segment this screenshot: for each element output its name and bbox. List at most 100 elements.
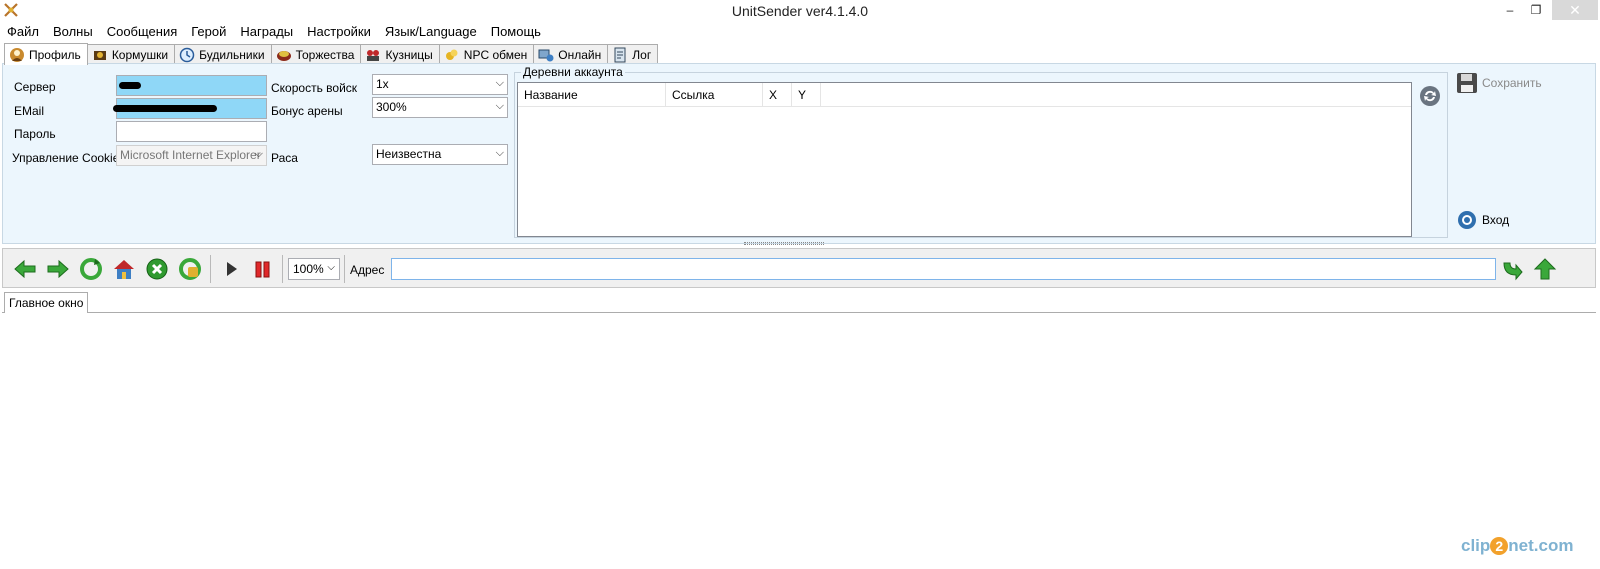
maximize-button[interactable]: ❐ [1522,0,1550,20]
password-label: Пароль [14,127,56,141]
go-button[interactable] [1498,255,1526,283]
feeder-icon [93,50,106,60]
save-label: Сохранить [1482,76,1542,90]
column-header-x[interactable]: X [763,83,792,107]
tab-label: Торжества [295,47,355,62]
main-tabs: Профиль Кормушки Будильники Торжества Ку… [4,43,659,65]
menu-language[interactable]: Язык/Language [378,22,484,42]
save-button[interactable]: Сохранить [1456,72,1542,94]
menu-hero[interactable]: Герой [184,22,233,42]
tab-label: Лог [632,47,652,62]
zoom-select[interactable]: 100% ⌵ [288,258,340,280]
watermark-left: clip [1461,536,1491,555]
tab-alarms[interactable]: Будильники [174,44,272,64]
window-title: UnitSender ver4.1.4.0 [731,3,869,19]
tab-main-window[interactable]: Главное окно [4,292,89,313]
arrow-up-icon [1533,258,1557,280]
race-label: Раса [271,151,298,165]
tab-log[interactable]: Лог [607,44,659,64]
password-field[interactable] [116,121,267,142]
arena-bonus-value: 300% [376,100,407,114]
forward-button[interactable] [44,255,72,283]
watermark-right: net.com [1508,536,1574,555]
stop-x-icon [146,258,168,280]
login-button[interactable]: Вход [1456,209,1509,231]
menu-bar: Файл Волны Сообщения Герой Награды Настр… [0,22,1600,42]
menu-help[interactable]: Помощь [484,22,548,42]
scroll-up-button[interactable] [1531,255,1559,283]
close-button[interactable]: ✕ [1552,0,1598,20]
arena-bonus-label: Бонус арены [271,104,343,118]
tab-label: Кузницы [385,47,433,62]
title-bar: UnitSender ver4.1.4.0 – ❐ ✕ [0,0,1600,22]
pause-button[interactable] [249,255,277,283]
smithy-icon [367,49,380,61]
menu-waves[interactable]: Волны [46,22,100,42]
menu-messages[interactable]: Сообщения [100,22,185,42]
tab-celebrations[interactable]: Торжества [270,44,362,64]
watermark: clip 2 net.com [1461,536,1573,556]
address-input[interactable] [391,258,1496,280]
home-button[interactable] [110,255,138,283]
panel-splitter[interactable] [744,242,824,245]
tab-npc-exchange[interactable]: NPC обмен [438,44,535,64]
arena-bonus-select[interactable]: 300% ⌵ [372,97,508,118]
home-icon [114,260,134,279]
watermark-mid: 2 [1490,537,1509,555]
tab-feeders[interactable]: Кормушки [86,44,176,64]
email-field[interactable] [113,98,267,119]
menu-file[interactable]: Файл [0,22,46,42]
villages-title: Деревни аккаунта [521,65,625,79]
reload-button[interactable] [77,255,105,283]
profile-icon [10,47,24,62]
go-arrow-icon [1503,262,1523,281]
cookies-label: Управление Cookies [12,151,126,165]
chevron-down-icon: ⌵ [495,147,504,159]
column-header-link[interactable]: Ссылка [666,83,763,107]
menu-rewards[interactable]: Награды [233,22,300,42]
troop-speed-label: Скорость войск [271,81,358,95]
floppy-disk-icon [1457,73,1477,93]
reload-icon [80,258,102,280]
column-header-name[interactable]: Название [518,83,666,107]
race-select[interactable]: Неизвестна ⌵ [372,144,508,165]
pause-icon [255,261,270,278]
arrow-left-icon [14,259,36,279]
cookie-button[interactable] [176,255,204,283]
tab-label: Онлайн [558,47,602,62]
troop-speed-select[interactable]: 1x ⌵ [372,74,508,95]
toolbar-separator [210,255,211,283]
villages-table[interactable]: Название Ссылка X Y [517,82,1412,237]
online-icon [538,49,554,61]
tab-label: Кормушки [111,47,169,62]
chevron-down-icon: ⌵ [495,77,504,89]
arrow-right-icon [47,259,69,279]
back-button[interactable] [11,255,39,283]
address-label: Адрес [350,263,385,277]
log-icon [614,47,626,62]
refresh-villages-icon[interactable] [1418,84,1442,108]
toolbar-separator [344,255,345,283]
server-field[interactable] [116,75,267,96]
menu-settings[interactable]: Настройки [300,22,378,42]
tab-profile[interactable]: Профиль [4,43,88,65]
race-value: Неизвестна [376,147,442,161]
toolbar-separator [282,255,283,283]
cookie-refresh-icon [179,258,201,280]
tab-smithies[interactable]: Кузницы [360,44,440,64]
column-header-y[interactable]: Y [792,83,821,107]
troop-speed-value: 1x [376,77,389,91]
alarm-icon [179,47,195,62]
play-button[interactable] [217,255,245,283]
minimize-button[interactable]: – [1496,0,1524,20]
browser-toolbar: 100% ⌵ Адрес [2,248,1596,288]
tab-label: NPC обмен [463,47,528,62]
tab-online[interactable]: Онлайн [533,44,609,64]
stop-button[interactable] [143,255,171,283]
cookies-select: Microsoft Internet Explorer ⌵ [116,145,267,166]
table-header: Название Ссылка X Y [518,83,1411,107]
npc-exchange-icon [445,49,458,60]
gear-icon [1458,211,1476,229]
chevron-down-icon: ⌵ [495,100,504,112]
tab-label: Будильники [199,47,265,62]
